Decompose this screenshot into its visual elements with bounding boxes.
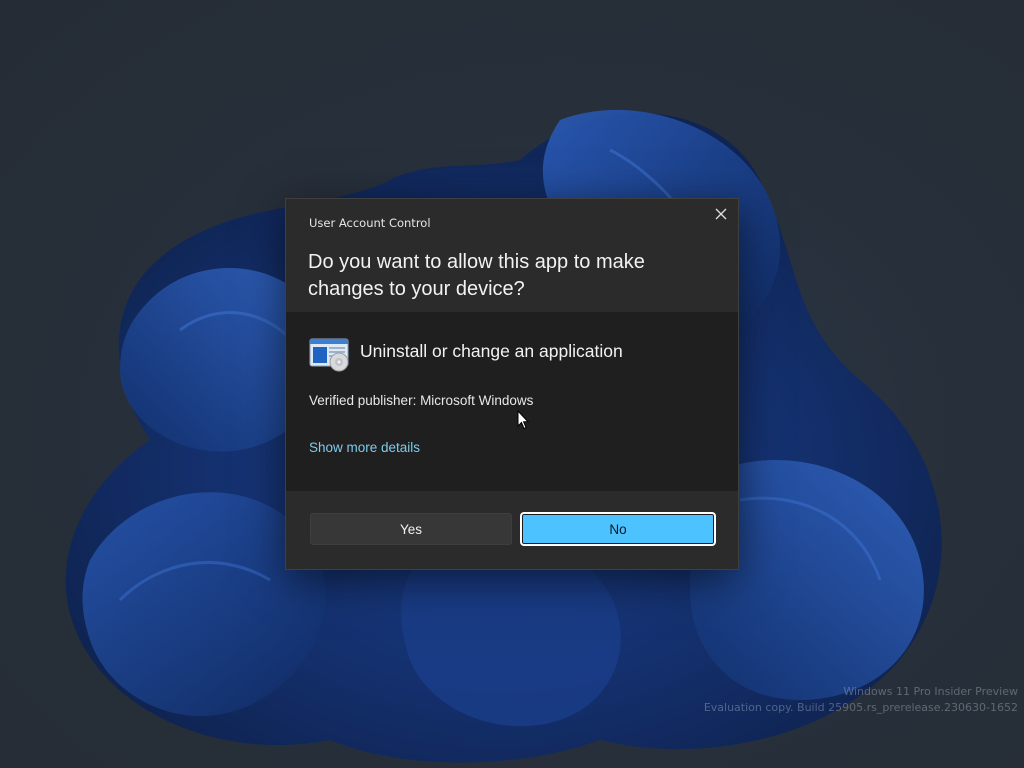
dialog-header: User Account Control Do you want to allo… (286, 199, 738, 312)
show-more-details-link[interactable]: Show more details (309, 440, 420, 455)
close-button[interactable] (710, 203, 732, 225)
watermark-line-1: Windows 11 Pro Insider Preview (843, 685, 1018, 698)
prompt-headline: Do you want to allow this app to make ch… (308, 251, 645, 300)
watermark-line-2: Evaluation copy. Build 25905.rs_prerelea… (703, 701, 1018, 714)
program-settings-icon (309, 337, 351, 373)
yes-button[interactable]: Yes (310, 513, 512, 545)
no-button[interactable]: No (520, 512, 716, 546)
uac-dialog: User Account Control Do you want to allo… (285, 198, 739, 570)
dialog-footer: Yes No (286, 491, 738, 569)
publisher-label: Verified publisher: Microsoft Windows (309, 393, 534, 408)
dialog-title: User Account Control (309, 216, 431, 230)
os-watermark: Windows 11 Pro Insider Preview Evaluatio… (704, 684, 1018, 716)
dialog-body: Uninstall or change an application Verif… (286, 312, 738, 491)
mouse-pointer-icon (517, 409, 530, 434)
close-icon (715, 208, 727, 220)
app-name: Uninstall or change an application (360, 341, 623, 361)
